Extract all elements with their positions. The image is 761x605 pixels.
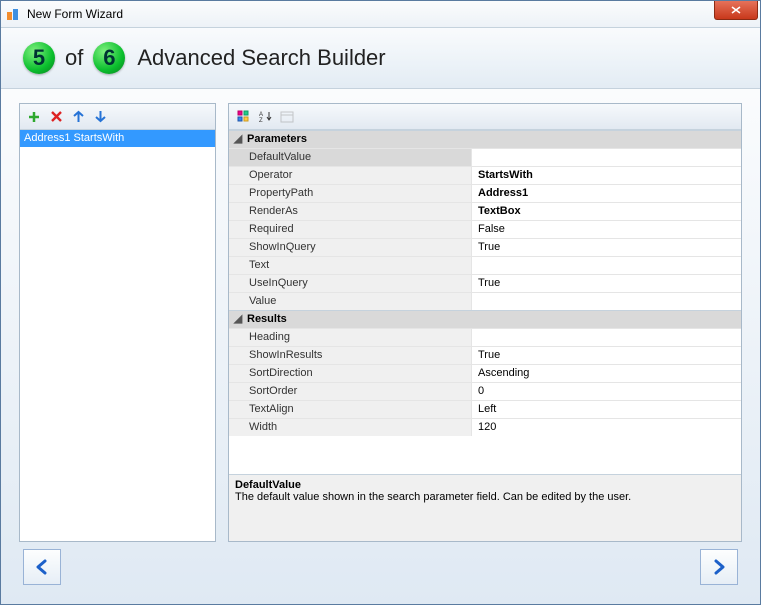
prop-row-required[interactable]: RequiredFalse	[229, 220, 741, 238]
panels: Address1 StartsWith AZ ◢Parameters Defau…	[19, 103, 742, 542]
prop-row-heading[interactable]: Heading	[229, 328, 741, 346]
description-pane: DefaultValue The default value shown in …	[229, 474, 741, 541]
property-grid[interactable]: ◢Parameters DefaultValue OperatorStartsW…	[229, 130, 741, 474]
parameter-list[interactable]: Address1 StartsWith	[20, 130, 215, 541]
left-panel: Address1 StartsWith	[19, 103, 216, 542]
right-toolbar: AZ	[229, 104, 741, 130]
arrow-right-icon	[710, 558, 728, 576]
close-button[interactable]	[714, 1, 758, 20]
page-title: Advanced Search Builder	[137, 45, 385, 71]
arrow-left-icon	[33, 558, 51, 576]
move-down-button[interactable]	[92, 109, 108, 125]
description-text: The default value shown in the search pa…	[235, 491, 735, 503]
property-pages-button[interactable]	[279, 109, 295, 125]
prop-row-propertypath[interactable]: PropertyPathAddress1	[229, 184, 741, 202]
prop-row-showinquery[interactable]: ShowInQueryTrue	[229, 238, 741, 256]
nav-bar	[19, 542, 742, 592]
plus-icon	[28, 111, 40, 123]
x-icon	[51, 111, 62, 122]
section-label: Results	[247, 311, 287, 328]
wizard-window: New Form Wizard 5 of 6 Advanced Search B…	[0, 0, 761, 605]
collapse-icon: ◢	[229, 131, 247, 148]
section-label: Parameters	[247, 131, 307, 148]
step-of-label: of	[65, 45, 83, 71]
alphabetical-icon: AZ	[259, 110, 272, 123]
back-button[interactable]	[23, 549, 61, 585]
description-title: DefaultValue	[235, 479, 735, 491]
prop-row-useinquery[interactable]: UseInQueryTrue	[229, 274, 741, 292]
window-title: New Form Wizard	[27, 7, 123, 21]
right-panel: AZ ◢Parameters DefaultValue OperatorStar…	[228, 103, 742, 542]
categorized-icon	[237, 110, 250, 123]
collapse-icon: ◢	[229, 311, 247, 328]
delete-button[interactable]	[48, 109, 64, 125]
pages-icon	[280, 111, 294, 123]
titlebar: New Form Wizard	[1, 1, 760, 28]
svg-text:Z: Z	[259, 118, 263, 123]
add-button[interactable]	[26, 109, 42, 125]
prop-row-value[interactable]: Value	[229, 292, 741, 310]
body: Address1 StartsWith AZ ◢Parameters Defau…	[1, 89, 760, 604]
prop-row-text[interactable]: Text	[229, 256, 741, 274]
prop-row-sortorder[interactable]: SortOrder0	[229, 382, 741, 400]
step-total-badge: 6	[93, 42, 125, 74]
prop-row-renderas[interactable]: RenderAsTextBox	[229, 202, 741, 220]
prop-row-sortdirection[interactable]: SortDirectionAscending	[229, 364, 741, 382]
app-icon	[5, 6, 21, 22]
close-icon	[731, 6, 741, 14]
section-parameters[interactable]: ◢Parameters	[229, 130, 741, 148]
prop-row-operator[interactable]: OperatorStartsWith	[229, 166, 741, 184]
list-item[interactable]: Address1 StartsWith	[20, 130, 215, 147]
wizard-header: 5 of 6 Advanced Search Builder	[1, 28, 760, 89]
prop-row-width[interactable]: Width120	[229, 418, 741, 436]
move-up-button[interactable]	[70, 109, 86, 125]
prop-row-defaultvalue[interactable]: DefaultValue	[229, 148, 741, 166]
arrow-up-icon	[73, 110, 84, 123]
alphabetical-button[interactable]: AZ	[257, 109, 273, 125]
prop-row-showinresults[interactable]: ShowInResultsTrue	[229, 346, 741, 364]
step-current-badge: 5	[23, 42, 55, 74]
left-toolbar	[20, 104, 215, 130]
section-results[interactable]: ◢Results	[229, 310, 741, 328]
categorized-button[interactable]	[235, 109, 251, 125]
prop-row-textalign[interactable]: TextAlignLeft	[229, 400, 741, 418]
arrow-down-icon	[95, 110, 106, 123]
next-button[interactable]	[700, 549, 738, 585]
